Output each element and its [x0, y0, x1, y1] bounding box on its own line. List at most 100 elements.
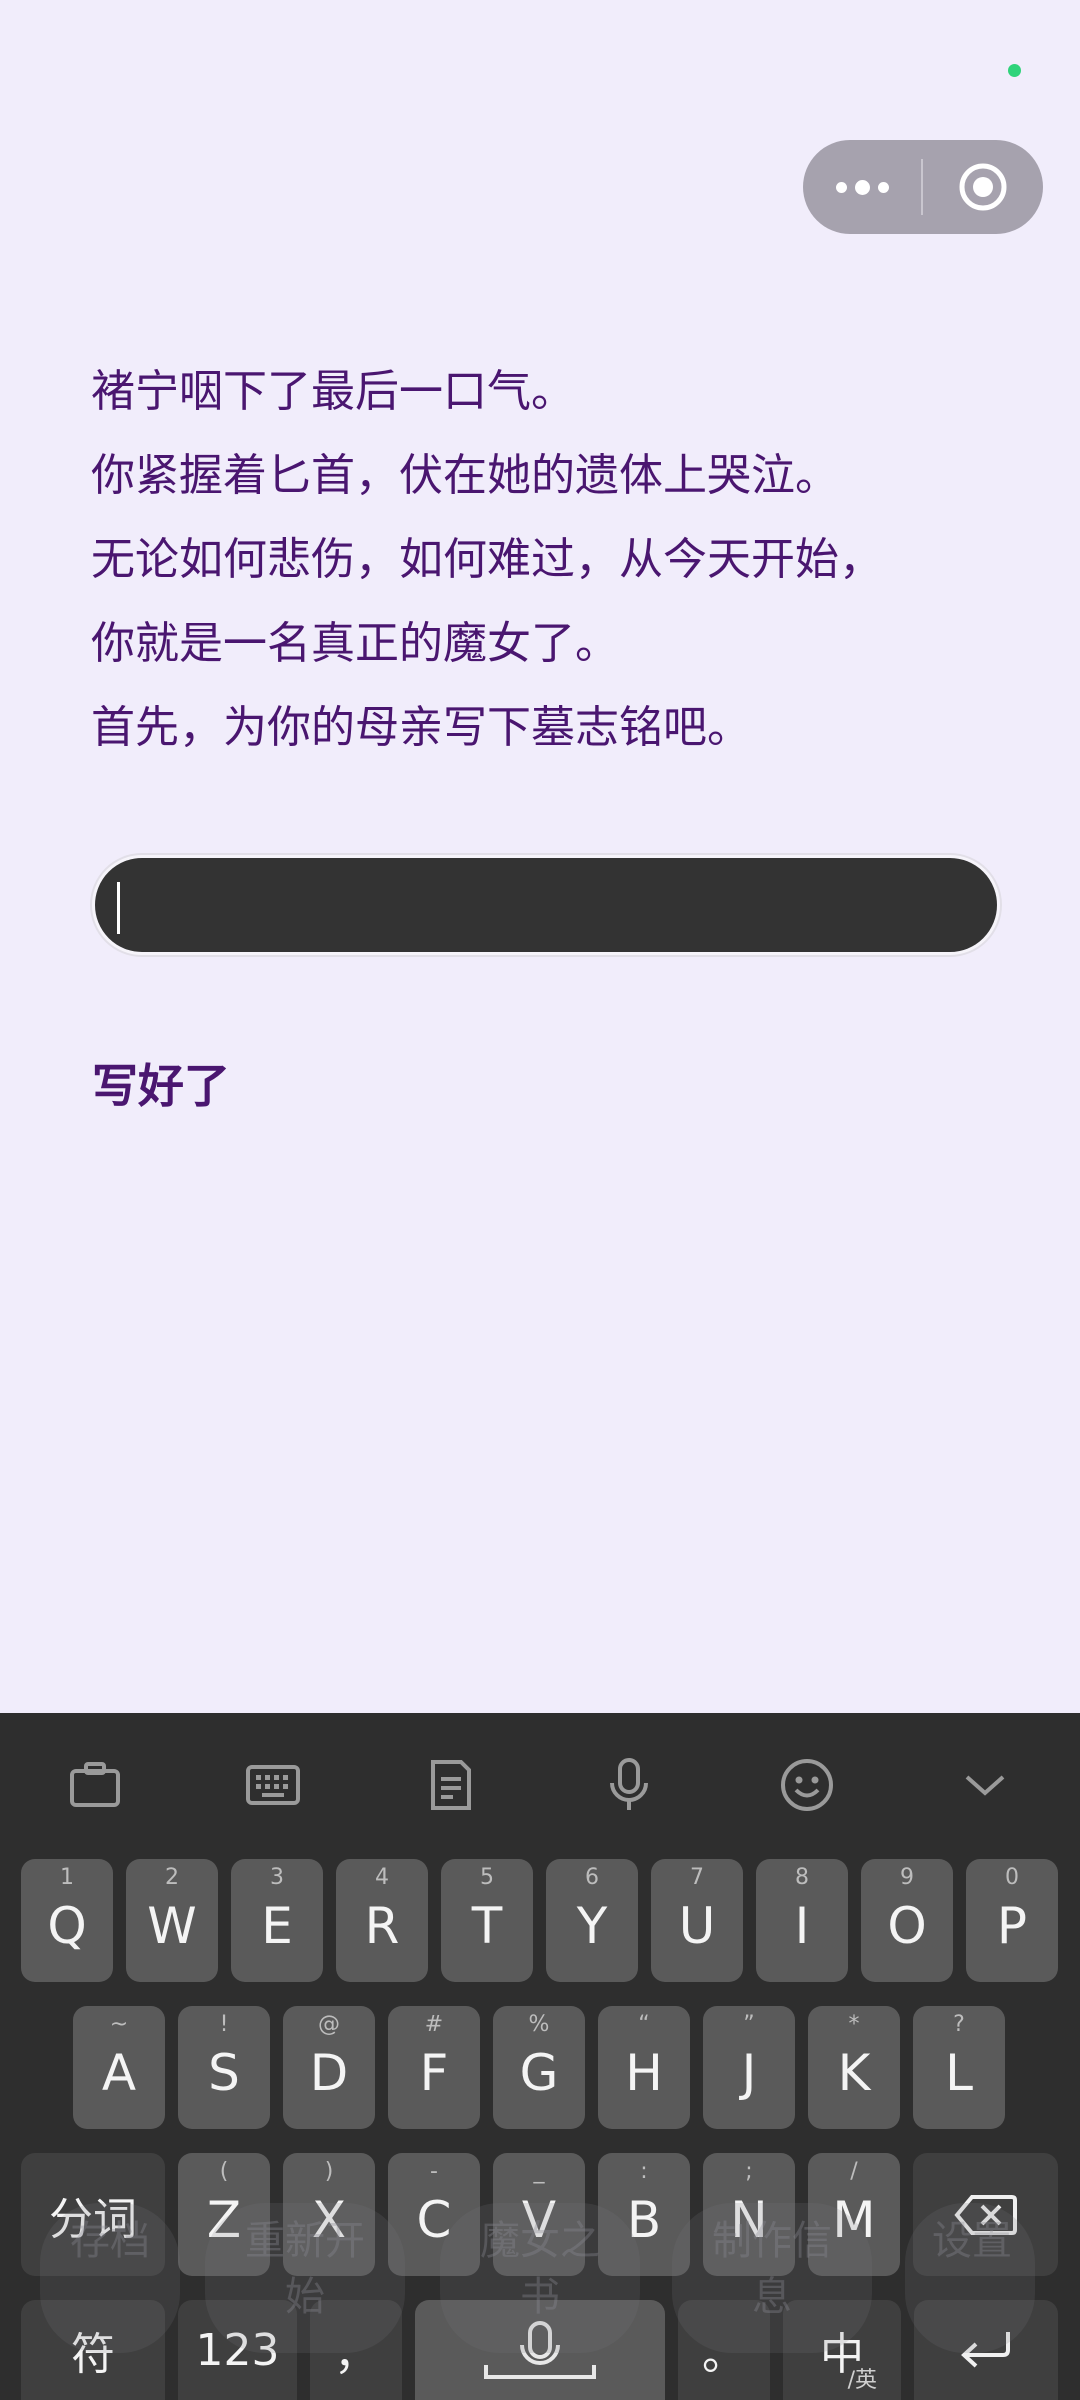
key-alt-label: *	[848, 2012, 860, 2037]
microphone-icon[interactable]	[597, 1753, 661, 1817]
done-button[interactable]: 写好了	[92, 1050, 230, 1116]
key-label: S	[208, 2043, 240, 2102]
key-label: F	[419, 2043, 449, 2102]
emoji-icon[interactable]	[775, 1753, 839, 1817]
key-alt-label: 8	[795, 1865, 809, 1890]
story-line: 你就是一名真正的魔女了。	[91, 618, 619, 669]
status-indicator-dot	[1008, 64, 1021, 77]
symbols-key[interactable]: 符	[21, 2300, 165, 2400]
key-alt-label: 4	[375, 1865, 389, 1890]
key-j[interactable]: ” J	[703, 2006, 795, 2129]
nav-item-restart: 重新开始	[245, 2218, 365, 2320]
key-alt-label: /	[850, 2159, 858, 2184]
key-e[interactable]: 3E	[231, 1859, 323, 1982]
key-u[interactable]: 7U	[651, 1859, 743, 1982]
key-alt-label: %	[528, 2012, 550, 2037]
key-label: Y	[576, 1896, 608, 1955]
more-dot	[854, 179, 870, 195]
chevron-down-icon[interactable]	[953, 1753, 1017, 1817]
key-alt-label: (	[219, 2159, 229, 2184]
text-cursor	[117, 882, 120, 934]
key-alt-label: ”	[743, 2012, 755, 2037]
nav-item-witch-book: 魔女之书	[480, 2218, 600, 2320]
key-k[interactable]: * K	[808, 2006, 900, 2129]
key-label: H	[625, 2043, 663, 2102]
key-alt-label: 1	[60, 1865, 74, 1890]
key-label: 符	[71, 2329, 115, 2380]
story-line: 首先，为你的母亲写下墓志铭吧。	[91, 702, 751, 753]
key-label: O	[887, 1896, 927, 1955]
key-g[interactable]: % G	[493, 2006, 585, 2129]
key-label: U	[678, 1896, 716, 1955]
key-label: T	[471, 1896, 503, 1955]
key-f[interactable]: # F	[388, 2006, 480, 2129]
clipboard-icon[interactable]	[63, 1753, 127, 1817]
key-alt-label: ?	[953, 2012, 965, 2037]
key-alt-label: #	[424, 2012, 444, 2037]
key-label: P	[996, 1896, 1028, 1955]
record-target-icon	[959, 163, 1007, 211]
key-label: G	[519, 2043, 559, 2102]
key-alt-label: 5	[480, 1865, 494, 1890]
key-i[interactable]: 8I	[756, 1859, 848, 1982]
key-alt-label: @	[318, 2012, 340, 2037]
enter-key[interactable]	[914, 2300, 1058, 2400]
epitaph-input[interactable]	[92, 855, 1000, 955]
key-alt-label: )	[324, 2159, 334, 2184]
key-alt-label: :	[640, 2159, 648, 2184]
key-label: B	[626, 2190, 662, 2249]
key-alt-label: -	[430, 2159, 438, 2184]
key-alt-label: !	[219, 2012, 229, 2037]
key-label: J	[741, 2043, 757, 2102]
key-alt-label: 9	[900, 1865, 914, 1890]
more-dot	[877, 181, 889, 193]
key-alt-label: 7	[690, 1865, 704, 1890]
story-text: 褚宁咽下了最后一口气。 你紧握着匕首，伏在她的遗体上哭泣。 无论如何悲伤，如何难…	[91, 350, 1011, 770]
enter-icon	[961, 2332, 1010, 2368]
key-a[interactable]: ~ A	[73, 2006, 165, 2129]
keyboard-layout-icon[interactable]	[241, 1753, 305, 1817]
key-d[interactable]: @ D	[283, 2006, 375, 2129]
close-miniprogram-button[interactable]	[923, 140, 1043, 234]
key-label: 。	[702, 2329, 746, 2380]
key-label: L	[945, 2043, 973, 2102]
nav-item-credits: 制作信息	[712, 2218, 832, 2320]
key-alt-label: 0	[1005, 1865, 1019, 1890]
key-t[interactable]: 5T	[441, 1859, 533, 1982]
key-label: E	[261, 1896, 293, 1955]
key-alt-label: 6	[585, 1865, 599, 1890]
key-label: ，	[334, 2329, 378, 2380]
key-label: K	[837, 2043, 871, 2102]
key-r[interactable]: 4R	[336, 1859, 428, 1982]
key-w[interactable]: 2W	[126, 1859, 218, 1982]
key-y[interactable]: 6Y	[546, 1859, 638, 1982]
more-dot	[835, 181, 847, 193]
key-alt-label: 3	[270, 1865, 284, 1890]
miniprogram-capsule	[803, 140, 1043, 234]
document-icon[interactable]	[419, 1753, 483, 1817]
more-button[interactable]	[803, 140, 921, 234]
key-label: R	[364, 1896, 400, 1955]
key-alt-label: ;	[745, 2159, 753, 2184]
key-label: I	[794, 1896, 810, 1955]
key-alt-label: “	[638, 2012, 650, 2037]
story-line: 无论如何悲伤，如何难过，从今天开始，	[91, 534, 883, 585]
key-label: Q	[47, 1896, 87, 1955]
key-label: 123	[195, 2324, 280, 2376]
key-alt-label: 2	[165, 1865, 179, 1890]
nav-item-settings: 设置	[932, 2218, 1012, 2264]
key-p[interactable]: 0P	[966, 1859, 1058, 1982]
key-alt-label: ~	[109, 2012, 129, 2037]
key-label: A	[101, 2043, 137, 2102]
key-l[interactable]: ? L	[913, 2006, 1005, 2129]
key-alt-label: /英	[847, 2368, 877, 2393]
key-o[interactable]: 9O	[861, 1859, 953, 1982]
key-h[interactable]: “H	[598, 2006, 690, 2129]
microphone-icon	[484, 2321, 596, 2379]
nav-item-save: 存档	[70, 2218, 150, 2264]
key-label: W	[147, 1896, 197, 1955]
key-alt-label: _	[533, 2159, 545, 2184]
key-label: D	[309, 2043, 349, 2102]
key-s[interactable]: ! S	[178, 2006, 270, 2129]
key-q[interactable]: 1Q	[21, 1859, 113, 1982]
